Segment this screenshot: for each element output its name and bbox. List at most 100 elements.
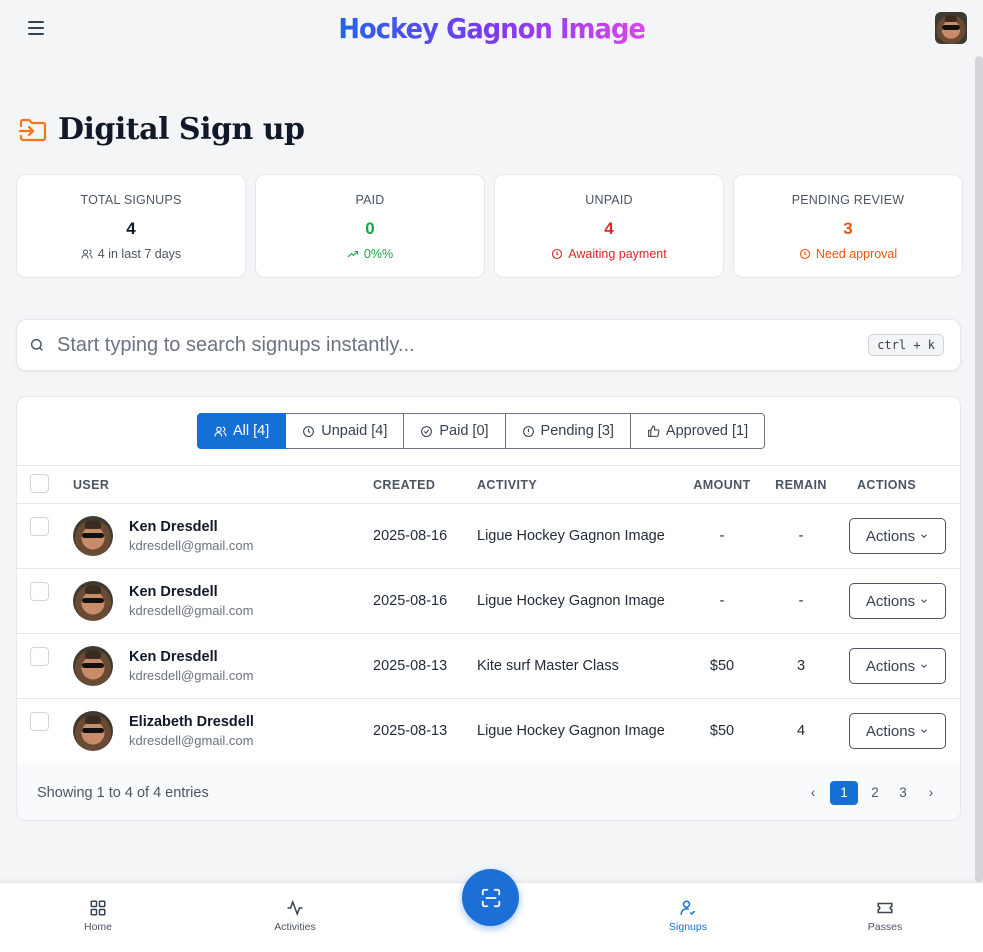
scan-icon [481,888,500,907]
amount: - [685,503,759,569]
actions-button[interactable]: Actions [849,583,946,619]
stat-card-total: TOTAL SIGNUPS 4 4 in last 7 days [16,174,246,278]
page-scrollbar[interactable] [975,56,983,882]
actions-label: Actions [865,657,916,675]
trending-up-icon [347,250,358,258]
nav-label: Home [83,921,112,933]
page-button-1[interactable]: 1 [830,780,858,805]
page-button-3[interactable]: 3 [892,781,914,805]
stat-label: PENDING REVIEW [791,193,905,207]
table-row: Elizabeth Dresdell kdresdell@gmail.com 20… [17,698,960,764]
nav-home[interactable]: Home [58,899,138,933]
stat-value: 4 [126,219,136,238]
col-user[interactable]: USER [73,465,373,504]
ticket-icon [877,902,893,914]
col-activity[interactable]: ACTIVITY [477,465,685,504]
stat-sub: Awaiting payment [495,247,723,261]
user-avatar [73,516,113,556]
nav-activities[interactable]: Activities [255,899,335,933]
stat-sub-text: Need approval [815,247,898,261]
stat-card-pending: PENDING REVIEW 3 Need approval [733,174,963,278]
actions-button[interactable]: Actions [849,713,946,749]
user-name[interactable]: Ken Dresdell [129,649,253,665]
user-name[interactable]: Ken Dresdell [129,584,253,600]
user-name[interactable]: Ken Dresdell [129,519,253,535]
clock-icon [552,248,563,260]
alert-circle-icon [522,425,534,437]
user-check-icon [680,900,696,916]
menu-icon[interactable] [24,16,48,40]
tab-paid[interactable]: Paid [0] [404,413,506,449]
signups-card: All [4] Unpaid [4] Paid [0] Pending [3] … [16,396,961,821]
avatar[interactable] [935,12,967,44]
search-bar: ctrl + k [16,319,961,371]
created-date: 2025-08-13 [373,698,477,764]
stats-row: TOTAL SIGNUPS 4 4 in last 7 days PAID 0 … [16,174,963,278]
row-checkbox[interactable] [30,517,49,536]
actions-button[interactable]: Actions [849,648,946,684]
nav-label: Activities [274,921,316,933]
created-date: 2025-08-16 [373,568,477,634]
stat-sub-text: Awaiting payment [568,247,667,261]
tab-pending[interactable]: Pending [3] [505,413,631,449]
tab-label: Paid [0] [439,423,489,439]
select-all-checkbox[interactable] [30,473,49,493]
amount: $50 [685,698,759,764]
nav-passes[interactable]: Passes [845,899,925,933]
actions-label: Actions [865,592,916,610]
chevron-down-icon [921,664,927,668]
thumbs-up-icon [648,425,660,437]
tab-label: All [4] [233,423,270,439]
remain: 4 [759,698,843,764]
shortcut-hint: ctrl + k [868,334,944,356]
app-title[interactable]: Hockey Gagnon Image [338,12,646,45]
activity-icon [287,899,303,917]
page-title: Digital Sign up [58,112,305,147]
table-row: Ken Dresdell kdresdell@gmail.com 2025-08-… [17,633,960,699]
col-amount[interactable]: AMOUNT [685,465,759,504]
row-checkbox[interactable] [30,647,49,666]
stat-value: 3 [843,219,853,238]
next-page-button[interactable]: › [920,781,942,805]
nav-signups[interactable]: Signups [648,899,728,933]
search-input[interactable] [57,333,869,357]
chevron-down-icon [921,534,927,538]
amount: - [685,568,759,634]
activity-name: Kite surf Master Class [477,633,685,699]
scan-button[interactable] [462,869,519,926]
stat-sub-text: 4 in last 7 days [97,247,182,261]
stat-value: 0 [365,219,375,238]
top-bar: Hockey Gagnon Image [0,0,983,56]
prev-page-button[interactable]: ‹ [802,781,824,805]
user-avatar [73,646,113,686]
page-heading: Digital Sign up [18,112,305,147]
stat-sub: Need approval [734,247,962,261]
tab-unpaid[interactable]: Unpaid [4] [286,413,405,449]
tab-label: Unpaid [4] [321,423,388,439]
user-email: kdresdell@gmail.com [129,603,254,618]
stat-sub: 4 in last 7 days [17,247,245,261]
stat-sub-text: 0%% [363,247,394,261]
user-name[interactable]: Elizabeth Dresdell [129,714,254,730]
check-circle-icon [421,425,433,437]
stat-card-paid: PAID 0 0%% [255,174,485,278]
tab-all[interactable]: All [4] [197,413,287,449]
amount: $50 [685,633,759,699]
filter-tabs: All [4] Unpaid [4] Paid [0] Pending [3] … [197,413,766,449]
user-email: kdresdell@gmail.com [129,668,254,683]
created-date: 2025-08-13 [373,633,477,699]
user-email: kdresdell@gmail.com [129,538,254,553]
row-checkbox[interactable] [30,582,49,601]
remain: - [759,568,843,634]
stat-label: PAID [355,193,385,207]
tab-approved[interactable]: Approved [1] [630,413,766,449]
col-created[interactable]: CREATED [373,465,477,504]
activity-name: Ligue Hockey Gagnon Image [477,698,685,764]
user-avatar [73,711,113,751]
col-remain[interactable]: REMAIN [759,465,843,504]
actions-label: Actions [865,722,916,740]
actions-button[interactable]: Actions [849,518,946,554]
row-checkbox[interactable] [30,712,49,731]
page-button-2[interactable]: 2 [864,781,886,805]
stat-label: TOTAL SIGNUPS [80,193,182,207]
